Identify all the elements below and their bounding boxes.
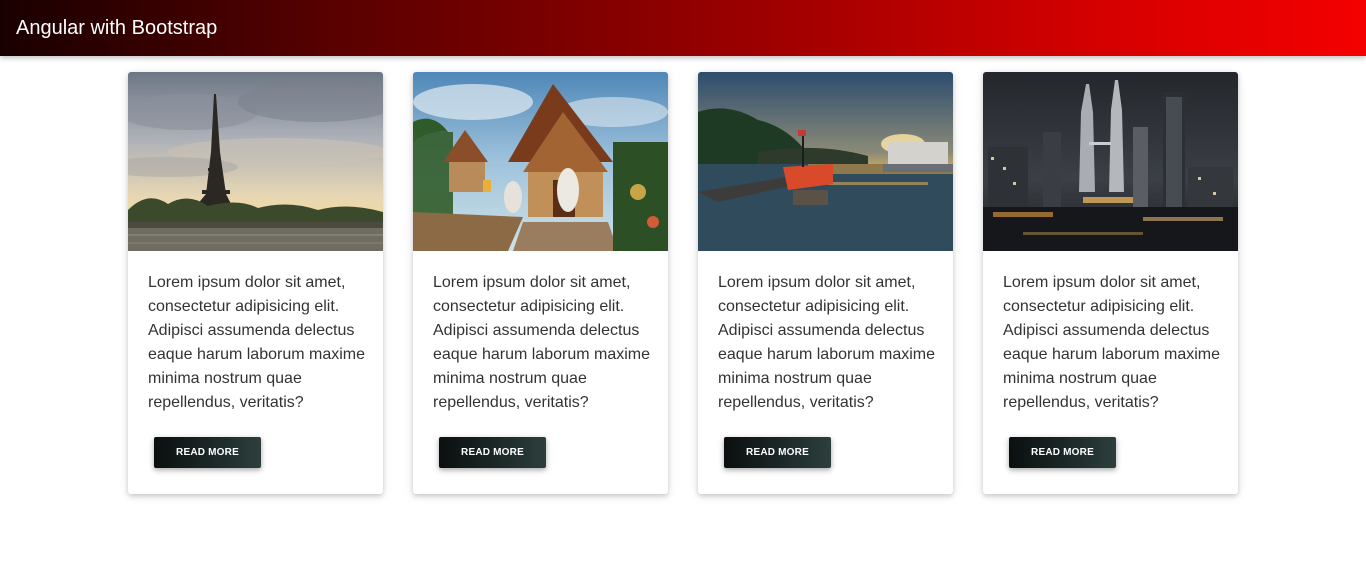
- read-more-button[interactable]: READ MORE: [439, 437, 546, 468]
- card-text: Lorem ipsum dolor sit amet, consectetur …: [148, 274, 365, 411]
- read-more-button[interactable]: READ MORE: [1009, 437, 1116, 468]
- navbar-brand[interactable]: Angular with Bootstrap: [16, 15, 217, 41]
- card: Lorem ipsum dolor sit amet, consectetur …: [128, 72, 383, 494]
- card: Lorem ipsum dolor sit amet, consectetur …: [413, 72, 668, 494]
- navbar: Angular with Bootstrap: [0, 0, 1366, 56]
- read-more-button[interactable]: READ MORE: [724, 437, 831, 468]
- card-text: Lorem ipsum dolor sit amet, consectetur …: [433, 274, 650, 411]
- card-text: Lorem ipsum dolor sit amet, consectetur …: [718, 274, 935, 411]
- city-skyline-night-photo: [983, 72, 1238, 251]
- thai-temple-photo: [413, 72, 668, 251]
- harbor-boats-sunset-photo: [698, 72, 953, 251]
- eiffel-tower-sunset-photo: [128, 72, 383, 251]
- read-more-button[interactable]: READ MORE: [154, 437, 261, 468]
- card: Lorem ipsum dolor sit amet, consectetur …: [983, 72, 1238, 494]
- card-text: Lorem ipsum dolor sit amet, consectetur …: [1003, 274, 1220, 411]
- card: Lorem ipsum dolor sit amet, consectetur …: [698, 72, 953, 494]
